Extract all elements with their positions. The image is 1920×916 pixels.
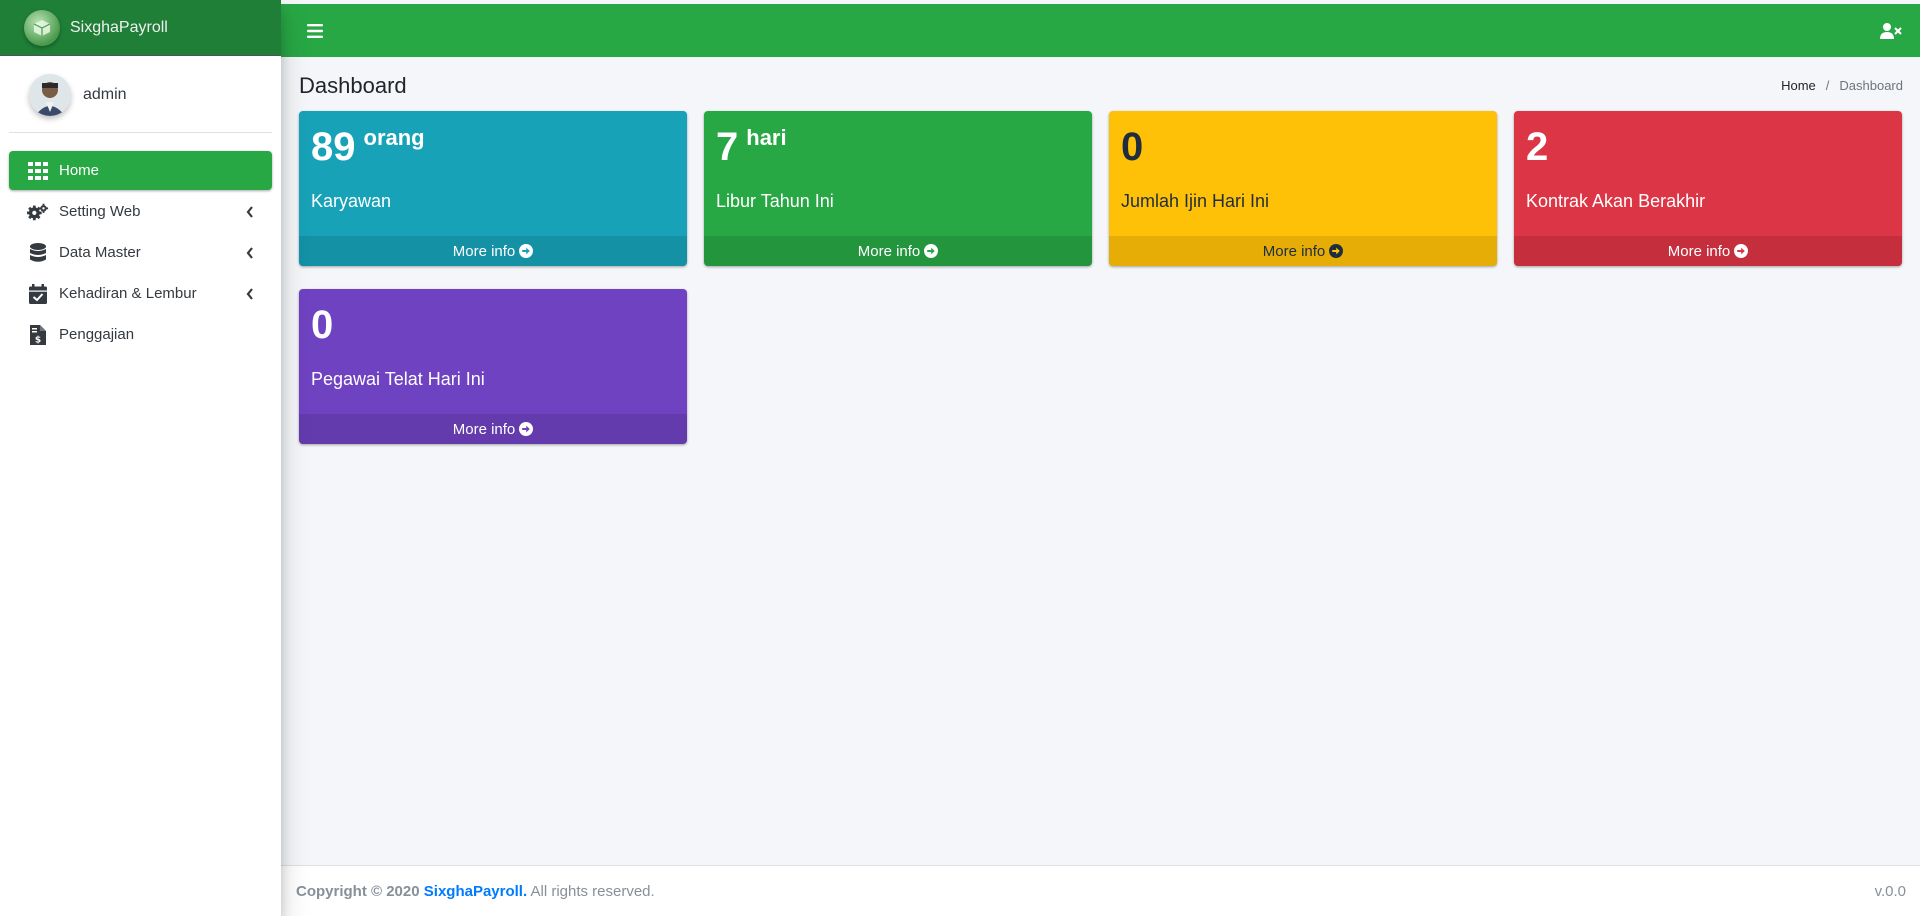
more-info-label: More info: [857, 242, 921, 260]
stat-label: Pegawai Telat Hari Ini: [311, 369, 485, 389]
more-info-label: More info: [1667, 242, 1731, 260]
sidebar-item-label: Penggajian: [59, 326, 135, 343]
sidebar-item-kehadiran-lembur[interactable]: Kehadiran & Lembur: [9, 274, 272, 313]
stat-value-wrap: 0: [311, 303, 675, 347]
version-text: v.0.0: [1874, 882, 1906, 900]
stat-box-karyawan: 89 orang Karyawan More info: [299, 111, 687, 266]
sidebar-item-label: Data Master: [59, 244, 141, 261]
breadcrumb: Home / Dashboard: [1781, 78, 1903, 93]
more-info-link[interactable]: More info: [299, 414, 687, 444]
brand-name: SixghaPayroll: [70, 18, 168, 36]
content-header: Dashboard Home / Dashboard: [299, 57, 1903, 108]
stat-label: Jumlah Ijin Hari Ini: [1121, 191, 1270, 211]
sidebar-item-label: Kehadiran & Lembur: [59, 285, 197, 302]
sidebar-item-label: Setting Web: [59, 203, 141, 220]
stat-label: Kontrak Akan Berakhir: [1526, 191, 1706, 211]
chevron-left-icon: [238, 287, 262, 300]
logout-button[interactable]: [1880, 22, 1902, 39]
more-info-label: More info: [452, 242, 516, 260]
arrow-circle-right-icon: [519, 422, 534, 436]
copyright-prefix: Copyright © 2020: [296, 882, 420, 900]
database-icon: [27, 242, 49, 264]
stat-value-wrap: 0: [1121, 125, 1485, 169]
top-navbar: [281, 4, 1920, 57]
sidebar-nav: Home Setting Web Data Master Kehadiran &…: [0, 133, 281, 354]
more-info-link[interactable]: More info: [704, 236, 1092, 266]
brand-logo-icon: [24, 9, 60, 46]
more-info-link[interactable]: More info: [1109, 236, 1497, 266]
breadcrumb-separator: /: [1825, 78, 1830, 93]
sidebar-item-setting-web[interactable]: Setting Web: [9, 192, 272, 231]
svg-text:$: $: [35, 335, 41, 345]
arrow-circle-right-icon: [519, 244, 534, 258]
more-info-link[interactable]: More info: [299, 236, 687, 266]
stat-value-wrap: 2: [1526, 125, 1890, 169]
invoice-dollar-icon: $: [27, 324, 49, 346]
stat-value-wrap: 89 orang: [311, 125, 675, 169]
calendar-check-icon: [27, 283, 49, 305]
stat-value: 89: [311, 125, 356, 169]
user-times-icon: [1880, 22, 1902, 39]
stat-unit: orang: [363, 125, 425, 150]
stat-label: Karyawan: [311, 191, 392, 211]
stat-unit: hari: [746, 125, 787, 150]
stat-box-ijin: 0 Jumlah Ijin Hari Ini More info: [1109, 111, 1497, 266]
footer-brand-link[interactable]: SixghaPayroll.: [424, 883, 527, 900]
sidebar-item-data-master[interactable]: Data Master: [9, 233, 272, 272]
stat-value: 0: [1121, 125, 1144, 169]
sidebar-item-label: Home: [59, 162, 100, 179]
sidebar-item-penggajian[interactable]: $ Penggajian: [9, 315, 272, 354]
menu-toggle-button[interactable]: [307, 23, 323, 38]
main-sidebar: SixghaPayroll admin Home Setting Web Dat…: [0, 0, 281, 916]
sidebar-item-home[interactable]: Home: [9, 151, 272, 190]
grid-icon: [27, 160, 49, 182]
stat-box-libur: 7 hari Libur Tahun Ini More info: [704, 111, 1092, 266]
stat-value: 2: [1526, 125, 1549, 169]
breadcrumb-home-link[interactable]: Home: [1781, 78, 1816, 93]
brand-link[interactable]: SixghaPayroll: [0, 0, 281, 56]
copyright: Copyright © 2020 SixghaPayroll. All righ…: [296, 883, 655, 900]
stat-value: 7: [716, 125, 739, 169]
stat-value: 0: [311, 303, 334, 347]
stat-boxes: 89 orang Karyawan More info 7 hari Libur…: [299, 111, 1903, 444]
stat-label: Libur Tahun Ini: [716, 191, 834, 211]
stat-value-wrap: 7 hari: [716, 125, 1080, 169]
arrow-circle-right-icon: [924, 244, 939, 258]
chevron-left-icon: [238, 205, 262, 218]
user-panel[interactable]: admin: [9, 56, 272, 133]
more-info-label: More info: [1262, 242, 1326, 260]
arrow-circle-right-icon: [1734, 244, 1749, 258]
user-name: admin: [83, 86, 127, 103]
chevron-left-icon: [238, 246, 262, 259]
breadcrumb-current: Dashboard: [1839, 78, 1903, 93]
bars-icon: [307, 23, 323, 38]
stat-box-kontrak: 2 Kontrak Akan Berakhir More info: [1514, 111, 1902, 266]
main-footer: Copyright © 2020 SixghaPayroll. All righ…: [281, 865, 1920, 916]
content-wrapper: Dashboard Home / Dashboard 89 orang Kary…: [281, 57, 1920, 865]
rights-text: All rights reserved.: [530, 882, 655, 900]
page-title: Dashboard: [299, 72, 407, 98]
avatar: [29, 74, 71, 116]
arrow-circle-right-icon: [1329, 244, 1344, 258]
more-info-link[interactable]: More info: [1514, 236, 1902, 266]
more-info-label: More info: [452, 420, 516, 438]
stat-box-telat: 0 Pegawai Telat Hari Ini More info: [299, 289, 687, 444]
gears-icon: [27, 201, 49, 223]
